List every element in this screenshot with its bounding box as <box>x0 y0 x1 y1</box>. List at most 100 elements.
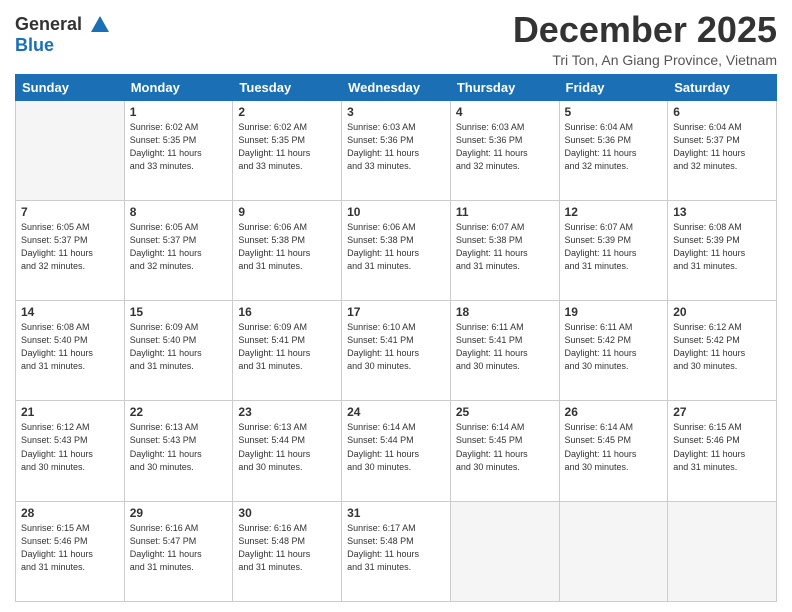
logo-icon <box>89 14 111 36</box>
day-info: Sunrise: 6:04 AM Sunset: 5:36 PM Dayligh… <box>565 121 663 173</box>
day-info: Sunrise: 6:13 AM Sunset: 5:43 PM Dayligh… <box>130 421 228 473</box>
day-number: 30 <box>238 506 336 520</box>
day-number: 23 <box>238 405 336 419</box>
weekday-header: Tuesday <box>233 74 342 100</box>
day-number: 5 <box>565 105 663 119</box>
day-info: Sunrise: 6:07 AM Sunset: 5:39 PM Dayligh… <box>565 221 663 273</box>
location-subtitle: Tri Ton, An Giang Province, Vietnam <box>513 52 777 68</box>
calendar-cell: 12 Sunrise: 6:07 AM Sunset: 5:39 PM Dayli… <box>559 200 668 300</box>
day-info: Sunrise: 6:11 AM Sunset: 5:42 PM Dayligh… <box>565 321 663 373</box>
day-number: 21 <box>21 405 119 419</box>
calendar-week-row: 28 Sunrise: 6:15 AM Sunset: 5:46 PM Dayli… <box>16 501 777 601</box>
calendar-cell: 2 Sunrise: 6:02 AM Sunset: 5:35 PM Daylig… <box>233 100 342 200</box>
day-info: Sunrise: 6:06 AM Sunset: 5:38 PM Dayligh… <box>238 221 336 273</box>
calendar-cell: 1 Sunrise: 6:02 AM Sunset: 5:35 PM Daylig… <box>124 100 233 200</box>
day-info: Sunrise: 6:14 AM Sunset: 5:45 PM Dayligh… <box>456 421 554 473</box>
day-number: 24 <box>347 405 445 419</box>
day-number: 6 <box>673 105 771 119</box>
day-info: Sunrise: 6:04 AM Sunset: 5:37 PM Dayligh… <box>673 121 771 173</box>
day-number: 16 <box>238 305 336 319</box>
calendar-cell: 21 Sunrise: 6:12 AM Sunset: 5:43 PM Dayli… <box>16 401 125 501</box>
calendar-cell: 11 Sunrise: 6:07 AM Sunset: 5:38 PM Dayli… <box>450 200 559 300</box>
day-info: Sunrise: 6:09 AM Sunset: 5:41 PM Dayligh… <box>238 321 336 373</box>
calendar-week-row: 1 Sunrise: 6:02 AM Sunset: 5:35 PM Daylig… <box>16 100 777 200</box>
calendar-cell: 13Sunrise: 6:08 AM Sunset: 5:39 PM Dayli… <box>668 200 777 300</box>
weekday-header: Wednesday <box>342 74 451 100</box>
calendar-cell: 6 Sunrise: 6:04 AM Sunset: 5:37 PM Daylig… <box>668 100 777 200</box>
day-info: Sunrise: 6:05 AM Sunset: 5:37 PM Dayligh… <box>130 221 228 273</box>
calendar-cell: 23Sunrise: 6:13 AM Sunset: 5:44 PM Dayli… <box>233 401 342 501</box>
calendar-cell <box>16 100 125 200</box>
weekday-header: Thursday <box>450 74 559 100</box>
day-info: Sunrise: 6:14 AM Sunset: 5:45 PM Dayligh… <box>565 421 663 473</box>
day-number: 25 <box>456 405 554 419</box>
calendar-cell: 3Sunrise: 6:03 AM Sunset: 5:36 PM Daylig… <box>342 100 451 200</box>
calendar-header-row: SundayMondayTuesdayWednesdayThursdayFrid… <box>16 74 777 100</box>
calendar-cell <box>450 501 559 601</box>
calendar-table: SundayMondayTuesdayWednesdayThursdayFrid… <box>15 74 777 602</box>
calendar-cell <box>559 501 668 601</box>
calendar-cell <box>668 501 777 601</box>
day-info: Sunrise: 6:15 AM Sunset: 5:46 PM Dayligh… <box>21 522 119 574</box>
calendar-cell: 5 Sunrise: 6:04 AM Sunset: 5:36 PM Daylig… <box>559 100 668 200</box>
day-info: Sunrise: 6:05 AM Sunset: 5:37 PM Dayligh… <box>21 221 119 273</box>
day-info: Sunrise: 6:02 AM Sunset: 5:35 PM Dayligh… <box>130 121 228 173</box>
calendar-cell: 25 Sunrise: 6:14 AM Sunset: 5:45 PM Dayli… <box>450 401 559 501</box>
calendar-cell: 31 Sunrise: 6:17 AM Sunset: 5:48 PM Dayli… <box>342 501 451 601</box>
day-info: Sunrise: 6:06 AM Sunset: 5:38 PM Dayligh… <box>347 221 445 273</box>
day-number: 18 <box>456 305 554 319</box>
logo-text: General Blue <box>15 14 111 56</box>
day-info: Sunrise: 6:03 AM Sunset: 5:36 PM Dayligh… <box>456 121 554 173</box>
day-info: Sunrise: 6:08 AM Sunset: 5:40 PM Dayligh… <box>21 321 119 373</box>
calendar-cell: 10 Sunrise: 6:06 AM Sunset: 5:38 PM Dayli… <box>342 200 451 300</box>
day-info: Sunrise: 6:10 AM Sunset: 5:41 PM Dayligh… <box>347 321 445 373</box>
weekday-header: Friday <box>559 74 668 100</box>
day-number: 19 <box>565 305 663 319</box>
day-number: 11 <box>456 205 554 219</box>
calendar-cell: 24 Sunrise: 6:14 AM Sunset: 5:44 PM Dayli… <box>342 401 451 501</box>
day-number: 4 <box>456 105 554 119</box>
day-info: Sunrise: 6:08 AM Sunset: 5:39 PM Dayligh… <box>673 221 771 273</box>
day-info: Sunrise: 6:07 AM Sunset: 5:38 PM Dayligh… <box>456 221 554 273</box>
calendar-week-row: 21 Sunrise: 6:12 AM Sunset: 5:43 PM Dayli… <box>16 401 777 501</box>
day-number: 20 <box>673 305 771 319</box>
day-info: Sunrise: 6:11 AM Sunset: 5:41 PM Dayligh… <box>456 321 554 373</box>
calendar-cell: 19 Sunrise: 6:11 AM Sunset: 5:42 PM Dayli… <box>559 301 668 401</box>
calendar-cell: 29Sunrise: 6:16 AM Sunset: 5:47 PM Dayli… <box>124 501 233 601</box>
day-info: Sunrise: 6:17 AM Sunset: 5:48 PM Dayligh… <box>347 522 445 574</box>
day-number: 15 <box>130 305 228 319</box>
calendar-week-row: 7 Sunrise: 6:05 AM Sunset: 5:37 PM Daylig… <box>16 200 777 300</box>
calendar-week-row: 14Sunrise: 6:08 AM Sunset: 5:40 PM Dayli… <box>16 301 777 401</box>
day-number: 7 <box>21 205 119 219</box>
day-number: 1 <box>130 105 228 119</box>
day-number: 31 <box>347 506 445 520</box>
calendar-cell: 9 Sunrise: 6:06 AM Sunset: 5:38 PM Daylig… <box>233 200 342 300</box>
weekday-header: Sunday <box>16 74 125 100</box>
calendar-cell: 20 Sunrise: 6:12 AM Sunset: 5:42 PM Dayli… <box>668 301 777 401</box>
calendar-cell: 8 Sunrise: 6:05 AM Sunset: 5:37 PM Daylig… <box>124 200 233 300</box>
weekday-header: Monday <box>124 74 233 100</box>
day-number: 2 <box>238 105 336 119</box>
day-number: 3 <box>347 105 445 119</box>
title-block: December 2025 Tri Ton, An Giang Province… <box>513 10 777 68</box>
day-info: Sunrise: 6:12 AM Sunset: 5:42 PM Dayligh… <box>673 321 771 373</box>
day-number: 9 <box>238 205 336 219</box>
calendar-cell: 7 Sunrise: 6:05 AM Sunset: 5:37 PM Daylig… <box>16 200 125 300</box>
day-number: 8 <box>130 205 228 219</box>
calendar-cell: 18 Sunrise: 6:11 AM Sunset: 5:41 PM Dayli… <box>450 301 559 401</box>
calendar-cell: 28 Sunrise: 6:15 AM Sunset: 5:46 PM Dayli… <box>16 501 125 601</box>
day-info: Sunrise: 6:14 AM Sunset: 5:44 PM Dayligh… <box>347 421 445 473</box>
day-number: 28 <box>21 506 119 520</box>
calendar-cell: 14Sunrise: 6:08 AM Sunset: 5:40 PM Dayli… <box>16 301 125 401</box>
calendar-cell: 4 Sunrise: 6:03 AM Sunset: 5:36 PM Daylig… <box>450 100 559 200</box>
day-info: Sunrise: 6:09 AM Sunset: 5:40 PM Dayligh… <box>130 321 228 373</box>
day-number: 26 <box>565 405 663 419</box>
day-number: 10 <box>347 205 445 219</box>
day-info: Sunrise: 6:12 AM Sunset: 5:43 PM Dayligh… <box>21 421 119 473</box>
day-info: Sunrise: 6:02 AM Sunset: 5:35 PM Dayligh… <box>238 121 336 173</box>
calendar-cell: 16 Sunrise: 6:09 AM Sunset: 5:41 PM Dayli… <box>233 301 342 401</box>
day-number: 17 <box>347 305 445 319</box>
calendar-cell: 22Sunrise: 6:13 AM Sunset: 5:43 PM Dayli… <box>124 401 233 501</box>
header: General Blue December 2025 Tri Ton, An G… <box>15 10 777 68</box>
day-number: 12 <box>565 205 663 219</box>
